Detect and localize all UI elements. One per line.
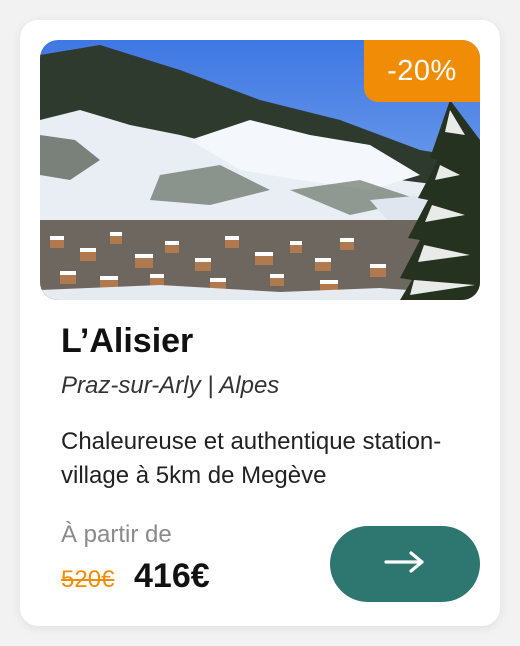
arrow-right-icon	[384, 550, 426, 579]
resort-location: Praz-sur-Arly | Alpes	[61, 372, 280, 399]
view-offer-button[interactable]	[330, 526, 480, 602]
new-price: 416€	[134, 557, 210, 595]
resort-title: L’Alisier	[61, 322, 194, 360]
discount-badge: -20%	[364, 40, 480, 102]
resort-description: Chaleureuse et authentique station-villa…	[61, 428, 442, 489]
old-price: 520€	[61, 566, 115, 593]
resort-card[interactable]: -20% L’Alisier Praz-sur-Arly | Alpes Cha…	[20, 20, 500, 626]
resort-photo: -20%	[40, 40, 480, 300]
price-prefix: À partir de	[61, 521, 172, 548]
